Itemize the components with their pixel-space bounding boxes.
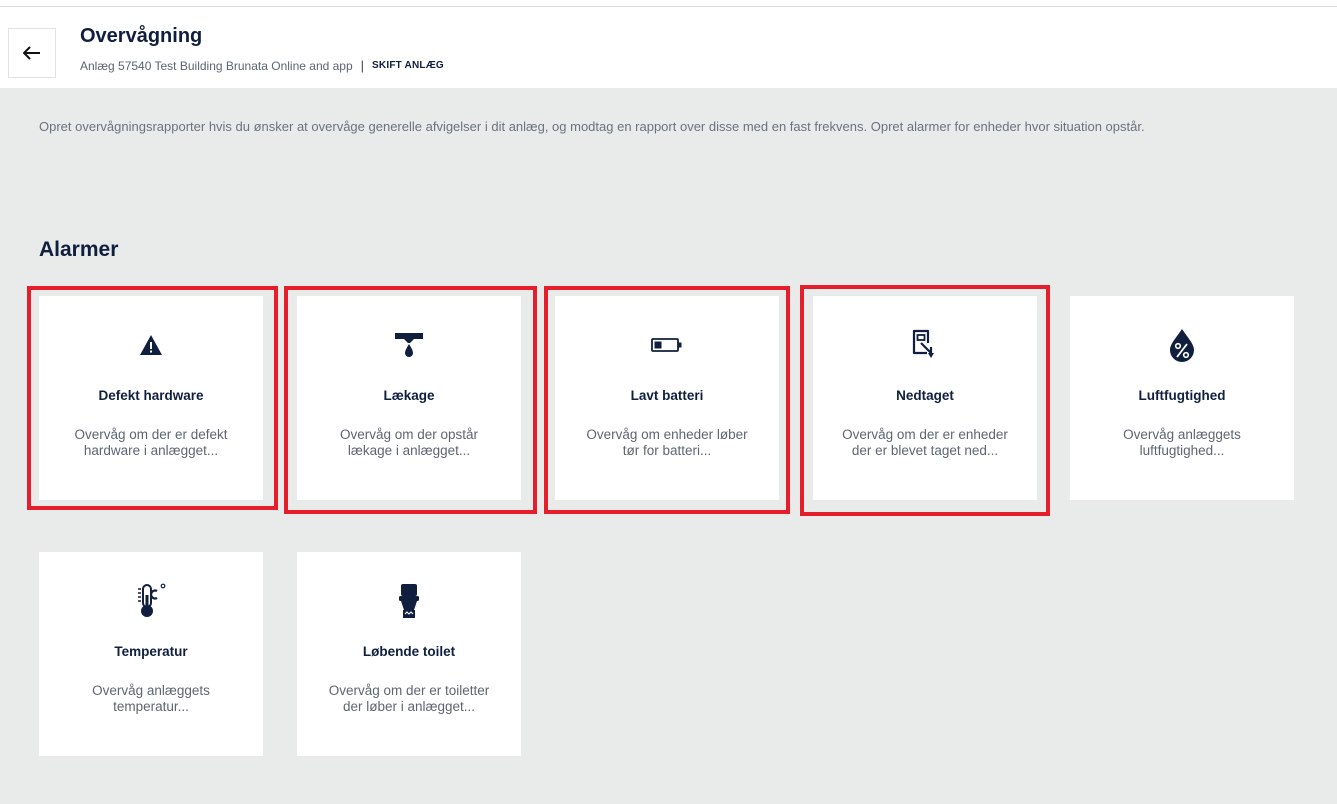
- toilet-icon: [297, 582, 521, 620]
- card-description: Overvåg om enheder løber tør for batteri…: [586, 427, 748, 458]
- card-description: Overvåg om der er toiletter der løber i …: [328, 683, 490, 714]
- card-title: Temperatur: [114, 644, 188, 659]
- switch-plant-link[interactable]: SKIFT ANLÆG: [372, 60, 444, 71]
- alarm-card-humidity[interactable]: Luftfugtighed Overvåg anlæggets luftfugt…: [1070, 296, 1294, 500]
- alarm-card-running-toilet[interactable]: Løbende toilet Overvåg om der er toilett…: [297, 552, 521, 756]
- alarm-card-defect-hardware[interactable]: Defekt hardware Overvåg om der er defekt…: [39, 296, 263, 500]
- battery-low-icon: [555, 326, 779, 364]
- card-title: Nedtaget: [896, 388, 954, 403]
- card-description: Overvåg om der opstår lækage i anlægget.…: [339, 427, 479, 458]
- card-title: Luftfugtighed: [1138, 388, 1226, 403]
- card-title: Defekt hardware: [98, 388, 204, 403]
- page-header: Overvågning Anlæg 57540 Test Building Br…: [0, 7, 1337, 88]
- card-title: Lavt batteri: [630, 388, 704, 403]
- plant-info: Anlæg 57540 Test Building Brunata Online…: [80, 58, 444, 73]
- plant-label: Anlæg 57540 Test Building Brunata Online…: [80, 58, 353, 73]
- intro-text: Opret overvågningsrapporter hvis du ønsk…: [39, 119, 1145, 134]
- device-removed-icon: [813, 326, 1037, 364]
- alarm-card-low-battery[interactable]: Lavt batteri Overvåg om enheder løber tø…: [555, 296, 779, 500]
- alarm-card-removed[interactable]: Nedtaget Overvåg om der er enheder der e…: [813, 296, 1037, 500]
- arrow-left-icon: [23, 46, 40, 60]
- card-description: Overvåg om der er defekt hardware i anlæ…: [74, 427, 228, 458]
- card-description: Overvåg anlæggets luftfugtighed...: [1123, 427, 1241, 458]
- back-button[interactable]: [8, 28, 56, 78]
- leak-icon: [297, 326, 521, 364]
- card-title: Løbende toilet: [362, 644, 456, 659]
- card-description: Overvåg anlæggets temperatur...: [92, 683, 210, 714]
- card-description: Overvåg om der er enheder der er blevet …: [842, 427, 1008, 458]
- alarm-card-leakage[interactable]: Lækage Overvåg om der opstår lækage i an…: [297, 296, 521, 500]
- card-title: Lækage: [383, 388, 435, 403]
- thermometer-icon: [39, 582, 263, 620]
- page-title: Overvågning: [80, 25, 203, 47]
- separator: |: [360, 58, 365, 73]
- section-title-alarms: Alarmer: [39, 238, 119, 261]
- humidity-icon: [1070, 326, 1294, 364]
- alarm-card-temperature[interactable]: Temperatur Overvåg anlæggets temperatur.…: [39, 552, 263, 756]
- main-content: Opret overvågningsrapporter hvis du ønsk…: [0, 88, 1337, 804]
- warning-icon: [39, 326, 263, 364]
